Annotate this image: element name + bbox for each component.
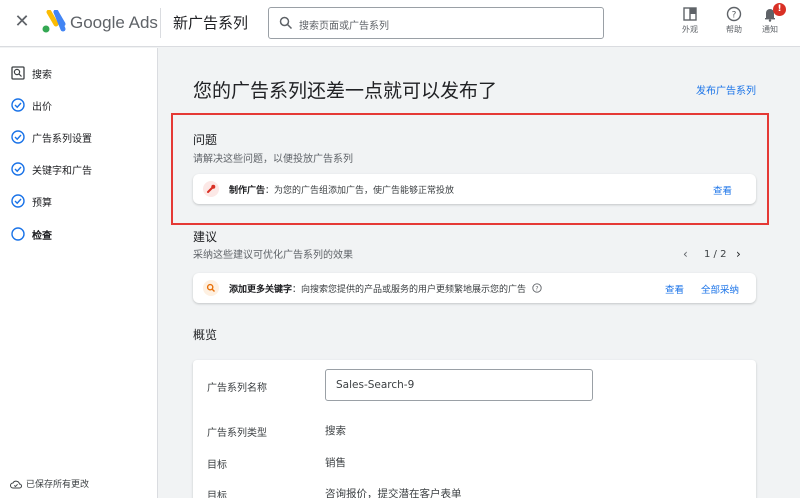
apply-all-link[interactable]: 全部采纳 <box>701 282 739 296</box>
sidebar-item-budget[interactable]: 预算 <box>0 187 158 215</box>
suggestion-view-link[interactable]: 查看 <box>665 282 684 296</box>
help-label: 帮助 <box>726 25 742 34</box>
page-title: 新广告系列 <box>173 14 249 32</box>
issue-title: 制作广告 <box>229 186 266 196</box>
brand-name: Google Ads <box>70 13 158 32</box>
main-content: 您的广告系列还差一点就可以发布了 发布广告系列 问题 请解决这些问题，以便投放广… <box>159 48 800 498</box>
sidebar-item-label: 搜索 <box>32 70 52 81</box>
review-headline: 您的广告系列还差一点就可以发布了 <box>193 80 498 102</box>
search-icon <box>279 16 293 30</box>
google-ads-logo-icon <box>42 10 66 33</box>
check-circle-icon <box>11 194 25 208</box>
suggestion-card: 添加更多关键字：向搜索您提供的产品或服务的用户更频繁地展示您的广告 ? 查看 全… <box>193 273 756 303</box>
sidebar-item-search[interactable]: 搜索 <box>0 59 158 87</box>
chevron-left-icon[interactable]: ‹ <box>683 248 688 260</box>
issue-card: 制作广告：为您的广告组添加广告，使广告能够正常投放 查看 <box>193 174 756 204</box>
svg-text:?: ? <box>535 286 538 293</box>
notification-badge: ! <box>773 3 786 16</box>
chevron-right-icon[interactable]: › <box>736 248 741 260</box>
search-suggestion-icon <box>203 280 219 296</box>
issue-message: 制作广告：为您的广告组添加广告，使广告能够正常投放 <box>229 183 454 196</box>
sidebar-item-review[interactable]: 检查 <box>0 220 158 248</box>
suggestion-text: ：向搜索您提供的产品或服务的用户更频繁地展示您的广告 <box>292 285 527 295</box>
save-status-text: 已保存所有更改 <box>26 480 90 490</box>
issues-title: 问题 <box>193 133 218 147</box>
wrench-icon <box>203 181 219 197</box>
sidebar-item-label: 检查 <box>32 231 52 242</box>
sidebar-item-label: 出价 <box>32 102 52 113</box>
help-button[interactable]: ? 帮助 <box>716 6 752 35</box>
suggestions-title: 建议 <box>193 230 218 244</box>
sidebar-item-campaign-settings[interactable]: 广告系列设置 <box>0 123 158 151</box>
campaign-name-field[interactable]: Sales-Search-9 <box>325 369 593 401</box>
campaign-type-value: 搜索 <box>325 425 346 437</box>
suggestion-title: 添加更多关键字 <box>229 285 293 295</box>
close-icon[interactable]: ✕ <box>12 12 32 32</box>
header-divider <box>160 8 161 38</box>
campaign-type-label: 广告系列类型 <box>207 428 267 439</box>
goal-label: 目标 <box>207 460 227 471</box>
svg-text:?: ? <box>732 11 737 21</box>
check-circle-icon <box>11 98 25 112</box>
issue-text: ：为您的广告组添加广告，使广告能够正常投放 <box>265 186 455 196</box>
sidebar-item-label: 预算 <box>32 198 52 209</box>
check-circle-icon <box>11 130 25 144</box>
suggestions-subtitle: 采纳这些建议可优化广告系列的效果 <box>193 250 353 261</box>
top-app-bar: ✕ Google Ads 新广告系列 搜索页面或广告系列 外观 ? 帮助 ! 通… <box>0 0 800 47</box>
sidebar-item-label: 关键字和广告 <box>32 166 92 177</box>
sidebar-item-keywords-ads[interactable]: 关键字和广告 <box>0 155 158 183</box>
save-status: 已保存所有更改 <box>10 477 89 490</box>
check-circle-icon <box>11 162 25 176</box>
suggestions-pager: ‹ 1 / 2 › <box>683 248 747 262</box>
goal-value: 销售 <box>325 457 346 469</box>
publish-campaign-link[interactable]: 发布广告系列 <box>696 82 756 97</box>
sidebar: 搜索 出价 广告系列设置 关键字和广告 预算 检查 已保存所有更改 <box>0 48 158 498</box>
appearance-icon <box>683 7 697 21</box>
goal-secondary-value: 咨询报价，提交潜在客户表单 <box>325 488 462 498</box>
campaign-name-value: Sales-Search-9 <box>336 379 415 391</box>
cloud-done-icon <box>10 480 22 489</box>
goal-secondary-label: 目标 <box>207 491 227 498</box>
pager-count: 1 / 2 <box>704 249 727 260</box>
notifications-label: 通知 <box>762 25 778 34</box>
appearance-label: 外观 <box>682 25 698 34</box>
sidebar-item-bidding[interactable]: 出价 <box>0 91 158 119</box>
help-outline-icon[interactable]: ? <box>532 283 542 293</box>
overview-card: 广告系列名称 Sales-Search-9 广告系列类型 搜索 目标 销售 目标… <box>193 360 756 498</box>
search-placeholder: 搜索页面或广告系列 <box>299 21 389 32</box>
appearance-button[interactable]: 外观 <box>672 6 708 35</box>
search-input[interactable]: 搜索页面或广告系列 <box>268 7 604 39</box>
help-icon: ? <box>726 6 742 22</box>
overview-title: 概览 <box>193 328 218 342</box>
search-campaign-icon <box>11 66 25 80</box>
campaign-name-label: 广告系列名称 <box>207 383 267 394</box>
notifications-button[interactable]: ! 通知 <box>752 3 788 35</box>
suggestion-message: 添加更多关键字：向搜索您提供的产品或服务的用户更频繁地展示您的广告 ? <box>229 282 542 295</box>
issue-view-link[interactable]: 查看 <box>713 183 732 197</box>
issues-highlight-box <box>171 113 769 225</box>
issues-subtitle: 请解决这些问题，以便投放广告系列 <box>193 154 353 165</box>
open-circle-icon <box>11 227 25 241</box>
sidebar-item-label: 广告系列设置 <box>32 134 92 145</box>
